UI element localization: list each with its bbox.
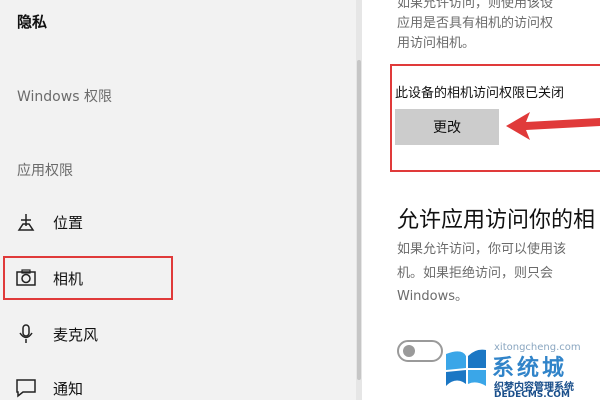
app-permissions-header: 应用权限	[17, 163, 73, 179]
notification-icon	[16, 379, 36, 398]
intro-line-3: 用访问相机。	[397, 36, 476, 51]
allow-desc-line-2: 机。如果拒绝访问，则只会	[397, 266, 554, 281]
microphone-icon	[19, 324, 33, 343]
sidebar-item-label: 麦克风	[53, 326, 99, 344]
allow-apps-toggle[interactable]	[397, 340, 443, 362]
sidebar-scrollbar-thumb[interactable]	[357, 60, 361, 380]
allow-desc-line-1: 如果允许访问，你可以使用该	[397, 242, 567, 257]
camera-access-status: 此设备的相机访问权限已关闭	[395, 86, 565, 101]
sidebar-item-microphone[interactable]: 麦克风	[3, 312, 353, 356]
toggle-knob	[403, 345, 415, 357]
allow-desc-line-3: Windows。	[397, 289, 469, 304]
settings-sidebar: 隐私 Windows 权限 应用权限 位置 相机 麦克风 通知	[0, 0, 362, 400]
windows-logo-icon	[446, 349, 486, 386]
windows-permissions-header: Windows 权限	[17, 89, 112, 105]
watermark-domain: DEDECMS.COM	[494, 390, 570, 400]
allow-apps-heading: 允许应用访问你的相	[397, 208, 596, 233]
sidebar-item-notifications[interactable]: 通知	[3, 366, 353, 410]
sidebar-item-location[interactable]: 位置	[3, 200, 353, 244]
intro-line-1: 如果允许访问，则使用该设	[397, 0, 554, 11]
location-icon	[17, 214, 35, 231]
sidebar-title: 隐私	[17, 13, 48, 31]
red-arrow-annotation	[506, 112, 600, 140]
intro-line-2: 应用是否具有相机的访问权	[397, 16, 554, 31]
sidebar-item-label: 通知	[53, 380, 84, 398]
sidebar-item-label: 位置	[53, 214, 84, 232]
change-button[interactable]: 更改	[395, 109, 499, 145]
site-watermark: xitongcheng.com 系统城 织梦内容管理系统 DEDECMS.COM	[442, 338, 600, 400]
camera-highlight-box	[3, 256, 173, 300]
camera-settings-pane: 如果允许访问，则使用该设 应用是否具有相机的访问权 用访问相机。 此设备的相机访…	[362, 0, 600, 400]
